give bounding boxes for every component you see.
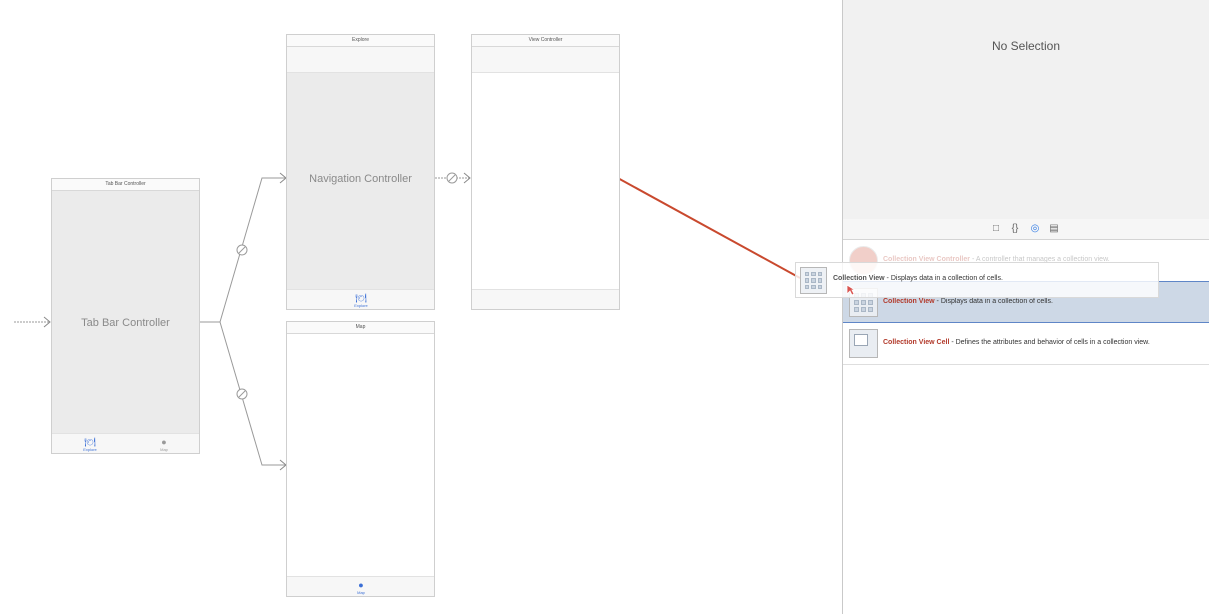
fork-knife-icon: 🍽 bbox=[84, 437, 96, 447]
map-scene[interactable]: Map ● Map bbox=[286, 321, 435, 597]
library-item-name: Collection View Cell bbox=[883, 339, 950, 346]
scene-title: View Controller bbox=[472, 35, 619, 47]
view-controller-scene[interactable]: View Controller bbox=[471, 34, 620, 310]
library-tab-bar: □ {} ◎ ▤ bbox=[843, 219, 1209, 240]
navigation-bar bbox=[472, 47, 619, 73]
mouse-cursor-icon bbox=[846, 284, 856, 296]
scene-label: Tab Bar Controller bbox=[81, 317, 170, 329]
library-item-text: Collection View - Displays data in a col… bbox=[883, 298, 1053, 305]
map-pin-icon: ● bbox=[358, 580, 364, 590]
no-selection-label: No Selection bbox=[991, 39, 1061, 53]
utilities-panel: No Selection □ {} ◎ ▤ Collection View Co… bbox=[842, 0, 1209, 614]
tab-label: Map bbox=[357, 590, 365, 595]
library-item-collection-view-cell[interactable]: Collection View Cell - Defines the attri… bbox=[843, 323, 1209, 365]
drag-ghost-name: Collection View bbox=[833, 275, 885, 282]
tab-bar: 🍽 Explore ● Map bbox=[52, 433, 199, 453]
scene-title: Map bbox=[287, 322, 434, 334]
tab-label: Explore bbox=[354, 303, 368, 308]
tab-bar bbox=[472, 289, 619, 309]
library-item-name: Collection View bbox=[883, 298, 935, 305]
object-icon[interactable]: ◎ bbox=[1029, 223, 1041, 235]
tab-bar: ● Map bbox=[287, 576, 434, 596]
drag-ghost-text: Collection View - Displays data in a col… bbox=[833, 275, 1003, 282]
library-item-desc: - Displays data in a collection of cells… bbox=[934, 298, 1053, 305]
drag-ghost-collection-view[interactable]: Collection View - Displays data in a col… bbox=[795, 262, 1159, 298]
storyboard-canvas[interactable]: Tab Bar Controller Tab Bar Controller 🍽 … bbox=[0, 0, 842, 614]
map-pin-icon: ● bbox=[161, 437, 167, 447]
tab-bar: 🍽 Explore bbox=[287, 289, 434, 309]
navigation-bar bbox=[287, 47, 434, 73]
inspector-area: No Selection bbox=[843, 0, 1209, 220]
tab-map[interactable]: ● Map bbox=[341, 580, 381, 595]
file-icon[interactable]: □ bbox=[990, 223, 1002, 235]
tab-label: Map bbox=[160, 447, 168, 452]
tab-explore[interactable]: 🍽 Explore bbox=[341, 293, 381, 308]
tab-label: Explore bbox=[83, 447, 97, 452]
braces-icon[interactable]: {} bbox=[1009, 223, 1021, 235]
fork-knife-icon: 🍽 bbox=[355, 293, 367, 303]
scene-label: Navigation Controller bbox=[309, 173, 412, 185]
collection-view-icon bbox=[800, 267, 827, 294]
tab-map[interactable]: ● Map bbox=[144, 437, 184, 452]
scene-title: Tab Bar Controller bbox=[52, 179, 199, 191]
drag-ghost-desc: - Displays data in a collection of cells… bbox=[884, 275, 1003, 282]
scene-title: Explore bbox=[287, 35, 434, 47]
navigation-controller-scene[interactable]: Explore Navigation Controller 🍽 Explore bbox=[286, 34, 435, 310]
tab-bar-controller-scene[interactable]: Tab Bar Controller Tab Bar Controller 🍽 … bbox=[51, 178, 200, 454]
library-item-desc: - Defines the attributes and behavior of… bbox=[949, 339, 1150, 346]
collection-view-cell-icon bbox=[849, 329, 878, 358]
library-item-text: Collection View Cell - Defines the attri… bbox=[883, 339, 1150, 346]
media-icon[interactable]: ▤ bbox=[1048, 223, 1060, 235]
tab-explore[interactable]: 🍽 Explore bbox=[70, 437, 110, 452]
